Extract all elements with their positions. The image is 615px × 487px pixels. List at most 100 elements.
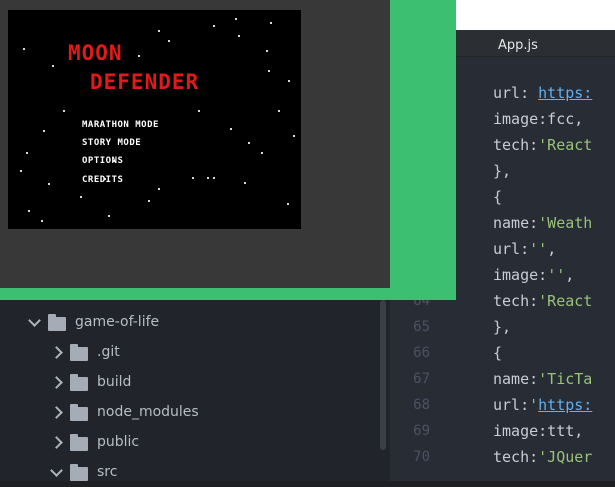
chevron-right-icon[interactable] xyxy=(50,406,63,419)
star xyxy=(266,50,268,52)
chevron-right-icon[interactable] xyxy=(50,376,63,389)
chevron-down-icon[interactable] xyxy=(50,464,63,477)
star xyxy=(43,130,45,132)
code-line[interactable]: 69 image:ttt, xyxy=(390,418,615,444)
line-number: 68 xyxy=(413,397,430,413)
chevron-down-icon[interactable] xyxy=(28,314,41,327)
code-text: tech:'React xyxy=(493,288,592,314)
sidebar-scrollbar[interactable] xyxy=(380,300,386,450)
code-text: image:fcc, xyxy=(493,106,583,132)
code-token: 'Weath xyxy=(538,214,593,232)
menu-item-story-mode[interactable]: STORY MODE xyxy=(82,137,141,149)
tree-item-label: build xyxy=(97,374,132,390)
code-token: ' xyxy=(529,396,539,414)
code-token: '' xyxy=(529,240,548,258)
code-token: image:ttt, xyxy=(493,422,584,440)
star xyxy=(248,142,250,144)
tree-item-label: public xyxy=(97,434,140,450)
folder-icon xyxy=(70,464,88,481)
star xyxy=(63,110,65,112)
code-token: tech: xyxy=(493,448,539,466)
code-token: 'React xyxy=(538,136,593,154)
game-title-line-1: MOON xyxy=(68,41,123,65)
code-token: { xyxy=(493,344,503,362)
code-text: }, xyxy=(493,314,511,340)
star xyxy=(287,203,289,205)
code-text: url:'', xyxy=(493,236,556,262)
code-token: '' xyxy=(547,266,566,284)
star xyxy=(168,40,170,42)
chevron-right-icon[interactable] xyxy=(50,436,63,449)
star xyxy=(138,55,140,57)
folder-icon xyxy=(70,374,88,391)
star xyxy=(213,25,215,27)
star xyxy=(26,152,28,154)
line-number: 70 xyxy=(413,449,430,465)
star xyxy=(48,183,50,185)
tree-item-public[interactable]: public xyxy=(0,427,380,457)
code-token: tech: xyxy=(493,292,539,310)
code-line[interactable]: 70 tech:'JQuer xyxy=(390,444,615,470)
star xyxy=(158,188,160,190)
menu-item-marathon-mode[interactable]: MARATHON MODE xyxy=(82,119,159,131)
tab-app-js[interactable]: App.js xyxy=(498,36,538,56)
star xyxy=(288,80,290,82)
code-token: 'TicTa xyxy=(538,370,593,388)
line-number: 65 xyxy=(413,319,430,335)
menu-item-credits[interactable]: CREDITS xyxy=(82,174,123,186)
star xyxy=(148,200,150,202)
code-line[interactable]: 65}, xyxy=(390,314,615,340)
code-text: image:'', xyxy=(493,262,574,288)
chevron-right-icon[interactable] xyxy=(50,346,63,359)
star xyxy=(207,177,209,179)
tree-item-node-modules[interactable]: node_modules xyxy=(0,397,380,427)
folder-icon xyxy=(70,434,88,451)
game-screen[interactable]: MOON DEFENDER MARATHON MODE STORY MODE O… xyxy=(8,10,301,229)
code-line[interactable]: 66 { xyxy=(390,340,615,366)
star xyxy=(268,70,270,72)
tree-item-label: game-of-life xyxy=(75,314,160,330)
code-token: tech: xyxy=(493,136,539,154)
star xyxy=(235,18,237,20)
code-text: name:'Weath xyxy=(493,210,592,236)
star xyxy=(20,170,22,172)
star xyxy=(213,177,215,179)
code-token: url: xyxy=(493,396,530,414)
tree-item-src[interactable]: src xyxy=(0,457,380,487)
star xyxy=(244,182,246,184)
code-token: { xyxy=(493,188,503,206)
star xyxy=(198,110,200,112)
code-text: image:ttt, xyxy=(493,418,583,444)
code-text: }, xyxy=(493,158,511,184)
code-token: }, xyxy=(493,318,512,336)
star xyxy=(158,30,160,32)
star xyxy=(23,48,25,50)
star xyxy=(230,128,232,130)
code-text: { xyxy=(493,340,502,366)
code-line[interactable]: 68 url:'https: xyxy=(390,392,615,418)
folder-icon xyxy=(70,344,88,361)
line-number: 66 xyxy=(413,345,430,361)
tree-item-label: .git xyxy=(97,344,120,360)
code-text: url: https: xyxy=(493,80,592,106)
code-token[interactable]: https: xyxy=(538,396,592,414)
code-token: image: xyxy=(493,266,548,284)
star xyxy=(261,152,263,154)
game-title-line-2: DEFENDER xyxy=(90,70,200,94)
code-text: tech:'React xyxy=(493,132,592,158)
star xyxy=(52,65,54,67)
tree-item-git[interactable]: .git xyxy=(0,337,380,367)
star xyxy=(41,220,43,222)
code-token: , xyxy=(565,266,575,284)
line-number: 67 xyxy=(413,371,430,387)
line-number: 69 xyxy=(413,423,430,439)
tree-item-game-of-life[interactable]: game-of-life xyxy=(0,307,380,337)
code-line[interactable]: 67 name:'TicTa xyxy=(390,366,615,392)
tree-item-label: src xyxy=(97,464,118,480)
tree-item-build[interactable]: build xyxy=(0,367,380,397)
code-token: url: xyxy=(493,240,530,258)
menu-item-options[interactable]: OPTIONS xyxy=(82,155,123,167)
code-token[interactable]: https: xyxy=(538,84,592,102)
code-token: image:fcc, xyxy=(493,110,584,128)
star xyxy=(238,35,240,37)
